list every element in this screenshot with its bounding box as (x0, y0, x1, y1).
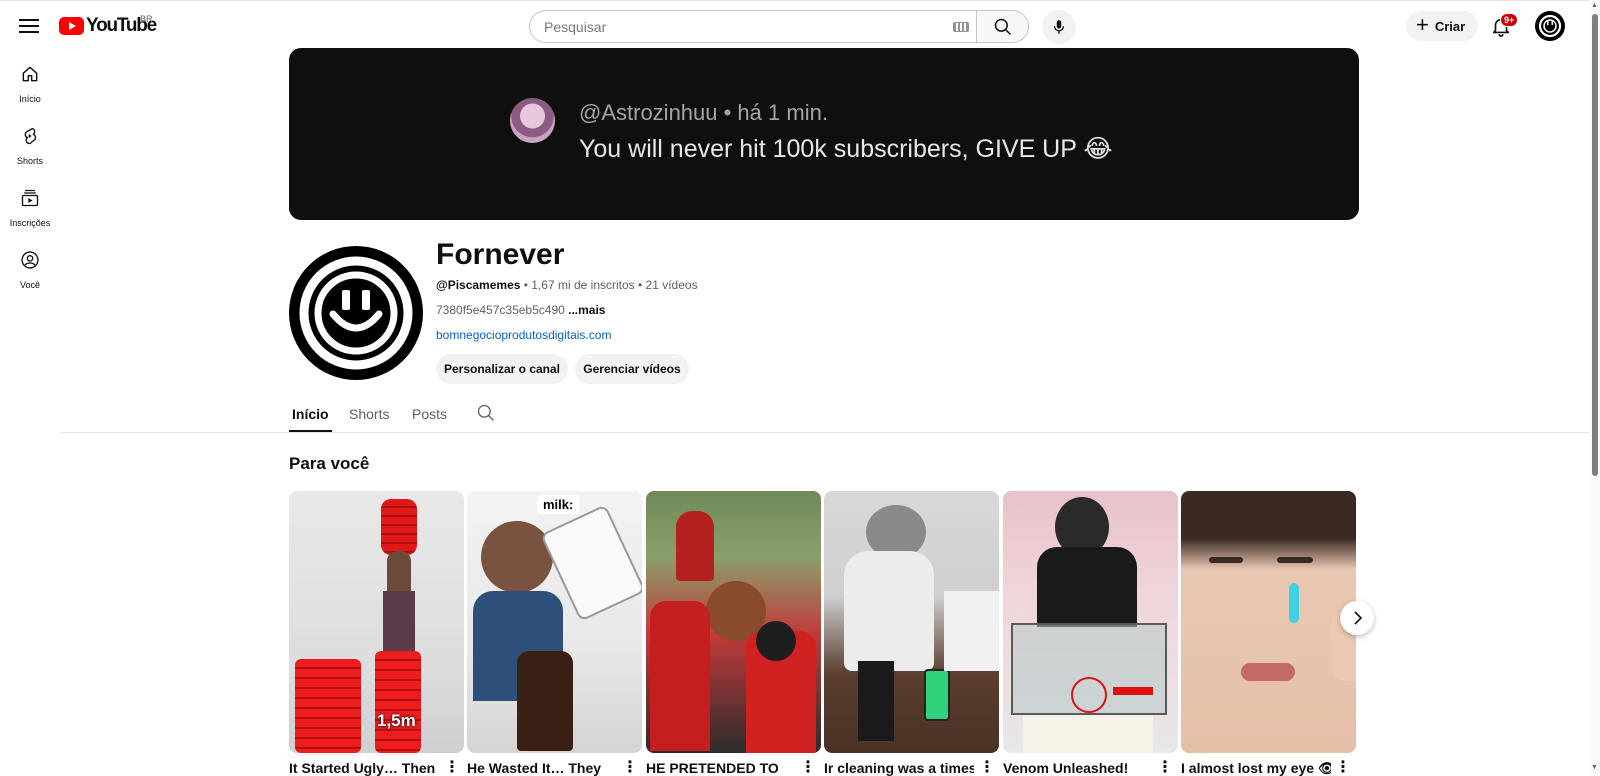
sidebar-item-subscriptions[interactable]: Inscrições (0, 182, 60, 238)
short-overlay-text: 1,5m (377, 711, 416, 730)
subscriptions-icon (21, 189, 39, 207)
tear-drop (1289, 583, 1299, 623)
shorts-icon (24, 127, 37, 145)
person-figure (383, 591, 415, 651)
lips (1241, 663, 1295, 681)
more-options-icon[interactable]: ⋮ (800, 760, 816, 776)
person-figure (858, 661, 894, 741)
banner-comment-meta: @Astrozinhuu • há 1 min. (579, 100, 828, 125)
play-logo-icon (59, 17, 84, 35)
chevron-right-icon (1354, 611, 1363, 625)
more-options-icon[interactable]: ⋮ (1335, 760, 1351, 776)
smiley-logo-icon (299, 256, 413, 370)
scrollbar-thumb[interactable] (1592, 14, 1598, 476)
create-label: Criar (1434, 18, 1466, 34)
short-thumbnail[interactable]: milk: (467, 491, 642, 753)
short-overlay-text: milk: (537, 495, 580, 514)
channel-tabs: Início Shorts Posts (60, 395, 1590, 433)
active-tab-indicator (289, 430, 332, 432)
person-head (481, 521, 553, 593)
weights-stack (375, 651, 421, 753)
search-icon (994, 18, 1012, 36)
short-thumbnail[interactable]: 1,5m (289, 491, 464, 753)
person-figure (676, 511, 714, 581)
notification-badge: 9+ (1500, 13, 1519, 27)
sidebar-item-home[interactable]: Início (0, 58, 60, 114)
channel-name: Fornever (436, 238, 565, 271)
short-title[interactable]: HE PRETENDED TO (646, 760, 796, 776)
channel-meta: @Piscamemes • 1,67 mi de inscritos • 21 … (436, 278, 698, 292)
channel-link[interactable]: bomnegocioprodutosdigitais.com (436, 328, 611, 342)
weights-stack (295, 659, 361, 753)
scroll-down-arrow-icon[interactable]: ▼ (1591, 764, 1598, 771)
manage-videos-button[interactable]: Gerenciar vídeos (575, 354, 689, 384)
channel-banner: @Astrozinhuu • há 1 min. You will never … (289, 48, 1359, 220)
account-avatar[interactable] (1535, 11, 1565, 41)
scroll-up-arrow-icon[interactable]: ▲ (1591, 2, 1598, 9)
home-icon (22, 66, 38, 82)
plus-icon: + (1416, 12, 1429, 37)
tab-shorts[interactable]: Shorts (349, 406, 389, 422)
short-title[interactable]: I almost lost my eye 👁 (1181, 760, 1331, 776)
short-thumbnail[interactable] (646, 491, 821, 753)
top-bar: YouTube BR + Criar 9+ (0, 0, 1590, 50)
short-title[interactable]: Venom Unleashed! (1003, 760, 1153, 776)
sidebar-item-label: Inscrições (9, 218, 51, 228)
sidebar-item-you[interactable]: Você (0, 244, 60, 300)
banner-comment-text: You will never hit 100k subscribers, GIV… (579, 135, 1113, 163)
channel-description[interactable]: 7380f5e457c35eb5c490 ...mais (436, 303, 605, 317)
channel-avatar[interactable] (289, 246, 423, 380)
smiley-avatar-icon (1538, 14, 1562, 38)
sidebar-item-label: Shorts (16, 156, 43, 166)
country-code: BR (140, 14, 153, 24)
section-title: Para você (289, 454, 370, 473)
more-options-icon[interactable]: ⋮ (622, 760, 638, 776)
sidebar-item-shorts[interactable]: Shorts (0, 120, 60, 176)
more-options-icon[interactable]: ⋮ (444, 760, 460, 776)
person-figure (844, 551, 934, 671)
search-box[interactable] (529, 10, 977, 43)
channel-search-icon[interactable] (476, 403, 496, 423)
keyboard-icon[interactable] (953, 22, 969, 32)
more-options-icon[interactable]: ⋮ (1157, 760, 1173, 776)
person-figure (650, 601, 710, 751)
voice-search-button[interactable] (1042, 10, 1076, 44)
customize-channel-button[interactable]: Personalizar o canal (436, 354, 568, 384)
short-thumbnail[interactable] (824, 491, 999, 753)
carousel-next-button[interactable] (1340, 601, 1374, 635)
weights-stack (381, 499, 417, 555)
create-button[interactable]: + Criar (1406, 11, 1478, 41)
sidebar-item-label: Início (19, 94, 41, 104)
commenter-avatar (510, 98, 555, 143)
microphone-icon (1053, 20, 1065, 34)
person-head (756, 621, 796, 661)
short-title[interactable]: It Started Ugly… Then (289, 760, 439, 776)
tab-home[interactable]: Início (292, 406, 329, 422)
more-link[interactable]: ...mais (568, 303, 605, 317)
chocolate-pour (517, 651, 573, 751)
short-title[interactable]: He Wasted It… They (467, 760, 617, 776)
description-text: 7380f5e457c35eb5c490 (436, 303, 569, 317)
eyebrow (1277, 557, 1313, 563)
menu-icon[interactable] (19, 16, 39, 34)
arrow-icon (1113, 687, 1153, 695)
short-thumbnail[interactable] (1003, 491, 1178, 753)
highlight-circle (1071, 677, 1107, 713)
channel-stats: • 1,67 mi de inscritos • 21 vídeos (520, 278, 698, 292)
channel-handle: @Piscamemes (436, 278, 521, 292)
cabinet (944, 591, 999, 671)
you-icon (21, 251, 39, 269)
short-thumbnail[interactable] (1181, 491, 1356, 753)
person-figure (1037, 547, 1137, 627)
short-title[interactable]: Ir cleaning was a times (824, 760, 974, 776)
tab-posts[interactable]: Posts (412, 406, 447, 422)
cabinet (1023, 715, 1153, 753)
more-options-icon[interactable]: ⋮ (979, 760, 995, 776)
search-button[interactable] (976, 10, 1029, 43)
search-input[interactable] (544, 16, 924, 38)
eyebrow (1209, 557, 1243, 563)
sidebar-item-label: Você (19, 280, 41, 290)
person-figure (387, 551, 411, 595)
phone (924, 669, 950, 721)
